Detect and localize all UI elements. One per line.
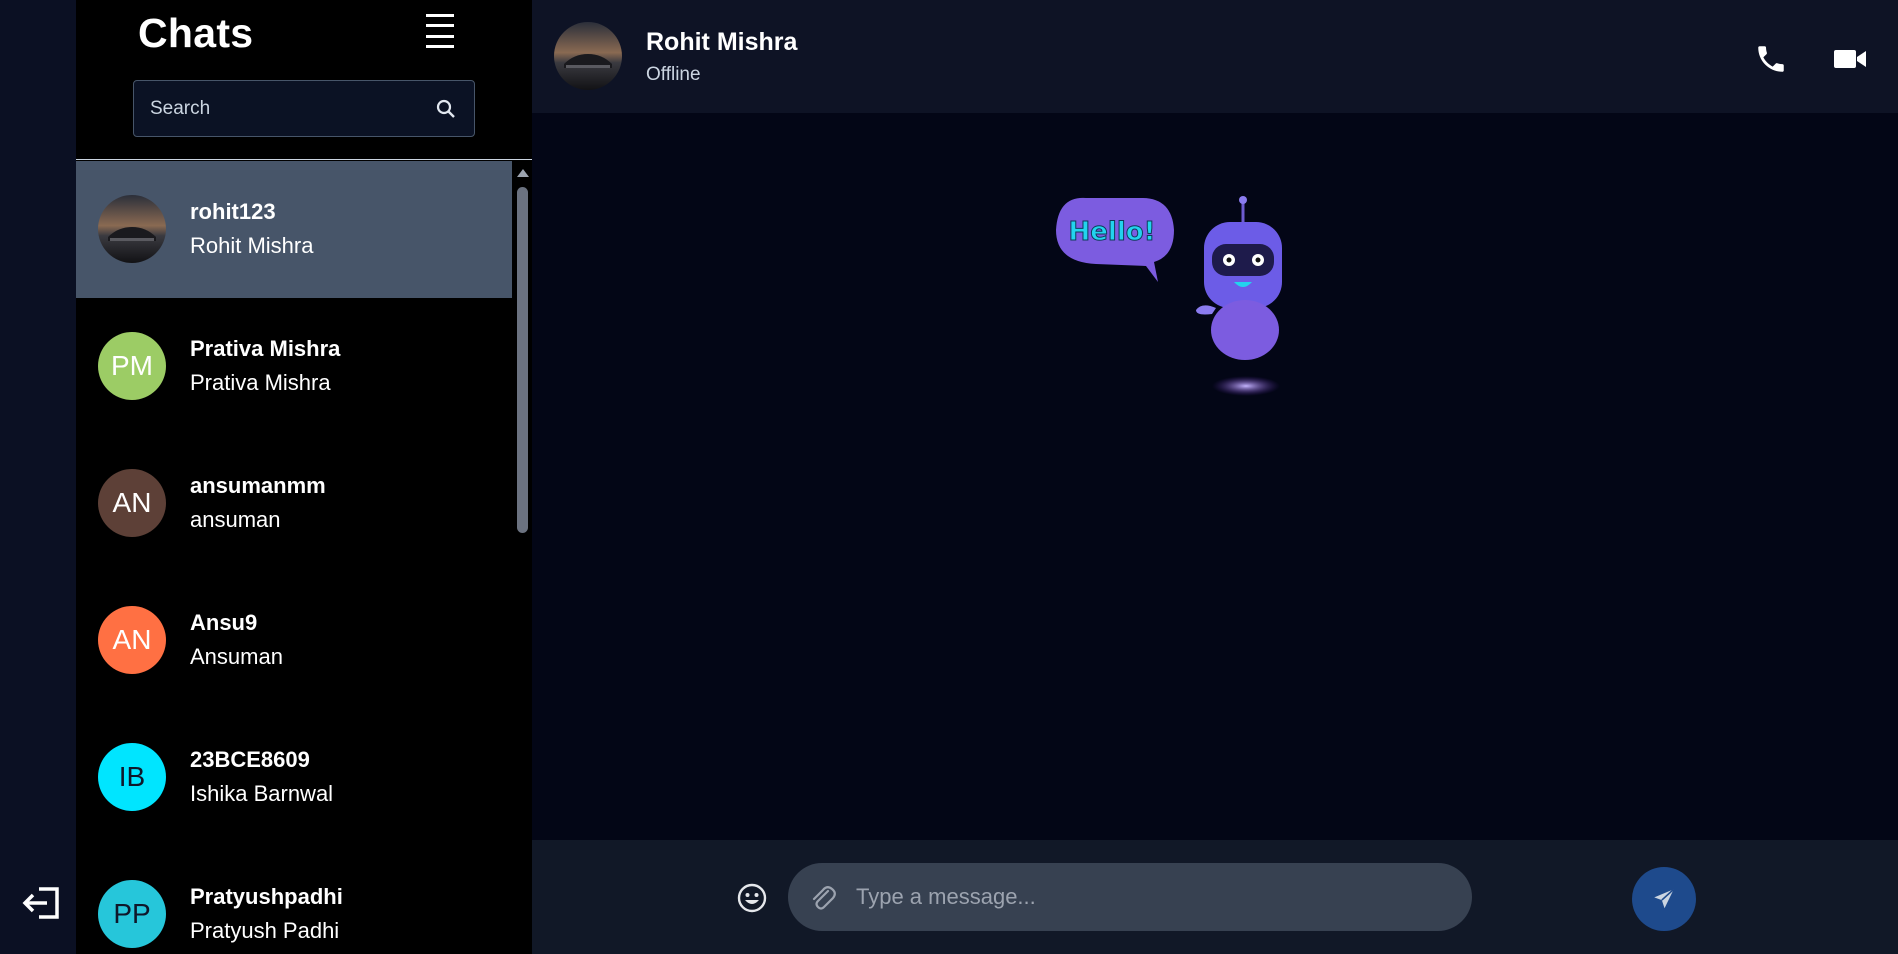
chat-display-name: Pratyush Padhi bbox=[190, 918, 340, 943]
avatar: PM bbox=[98, 332, 166, 400]
menu-button[interactable] bbox=[426, 14, 458, 48]
search-input[interactable] bbox=[150, 81, 420, 136]
contact-status: Offline bbox=[646, 64, 701, 85]
chat-username: Prativa Mishra bbox=[190, 336, 341, 361]
sidebar-header: Chats bbox=[76, 0, 532, 160]
chat-display-name: Ishika Barnwal bbox=[190, 781, 334, 806]
hello-bubble-text: Hello! bbox=[1069, 217, 1156, 247]
logout-button[interactable] bbox=[18, 880, 64, 926]
chat-display-name: Ansuman bbox=[190, 644, 283, 669]
chat-item-ansu9[interactable]: AN Ansu9 Ansuman bbox=[76, 572, 512, 709]
left-rail bbox=[0, 0, 76, 954]
contact-avatar[interactable] bbox=[554, 22, 622, 90]
chat-item-pratyushpadhi[interactable]: PP Pratyushpadhi Pratyush Padhi bbox=[76, 846, 512, 954]
message-composer bbox=[532, 840, 1898, 954]
chat-item-prativa-mishra[interactable]: PM Prativa Mishra Prativa Mishra bbox=[76, 298, 512, 435]
chat-display-name: ansuman bbox=[190, 507, 281, 532]
search-box bbox=[133, 80, 475, 137]
chat-username: rohit123 bbox=[190, 199, 276, 224]
avatar bbox=[98, 195, 166, 263]
chat-username: ansumanmm bbox=[190, 473, 326, 498]
hamburger-icon bbox=[426, 14, 454, 17]
chat-list: rohit123 Rohit Mishra PM Prativa Mishra … bbox=[76, 161, 512, 954]
video-call-icon[interactable] bbox=[1832, 44, 1868, 74]
message-input[interactable] bbox=[856, 863, 1456, 931]
avatar: IB bbox=[98, 743, 166, 811]
chat-window: Rohit Mishra Offline Hello! bbox=[532, 0, 1898, 954]
chat-sidebar: Chats Search rohit123 Rohit Mishra PM Pr… bbox=[76, 0, 532, 954]
hello-robot-sticker: Hello! bbox=[1046, 190, 1296, 410]
avatar: AN bbox=[98, 606, 166, 674]
chat-username: 23BCE8609 bbox=[190, 747, 310, 772]
chat-item-rohit123[interactable]: rohit123 Rohit Mishra bbox=[76, 161, 512, 298]
search-icon[interactable] bbox=[436, 99, 456, 119]
chat-header: Rohit Mishra Offline bbox=[532, 0, 1898, 113]
scroll-up-arrow-icon[interactable] bbox=[517, 169, 529, 177]
message-box bbox=[788, 863, 1472, 931]
sidebar-title: Chats bbox=[138, 10, 254, 56]
chat-username: Ansu9 bbox=[190, 610, 258, 635]
chat-list-scrollbar[interactable] bbox=[512, 161, 532, 954]
paperclip-icon[interactable] bbox=[808, 883, 838, 913]
send-icon bbox=[1654, 888, 1675, 909]
chat-item-ansumanmm[interactable]: AN ansumanmm ansuman bbox=[76, 435, 512, 572]
avatar: PP bbox=[98, 880, 166, 948]
phone-call-icon[interactable] bbox=[1754, 42, 1788, 76]
avatar: AN bbox=[98, 469, 166, 537]
car-photo-avatar bbox=[98, 195, 166, 263]
chat-display-name: Prativa Mishra bbox=[190, 370, 331, 395]
scroll-thumb[interactable] bbox=[517, 187, 528, 533]
send-button[interactable] bbox=[1632, 867, 1696, 931]
logout-icon bbox=[22, 887, 59, 919]
contact-name: Rohit Mishra bbox=[646, 28, 798, 56]
car-photo-avatar bbox=[554, 22, 622, 90]
emoji-icon[interactable] bbox=[736, 882, 768, 914]
chat-item-23bce8609[interactable]: IB 23BCE8609 Ishika Barnwal bbox=[76, 709, 512, 846]
chat-username: Pratyushpadhi bbox=[190, 884, 343, 909]
chat-display-name: Rohit Mishra bbox=[190, 233, 314, 258]
